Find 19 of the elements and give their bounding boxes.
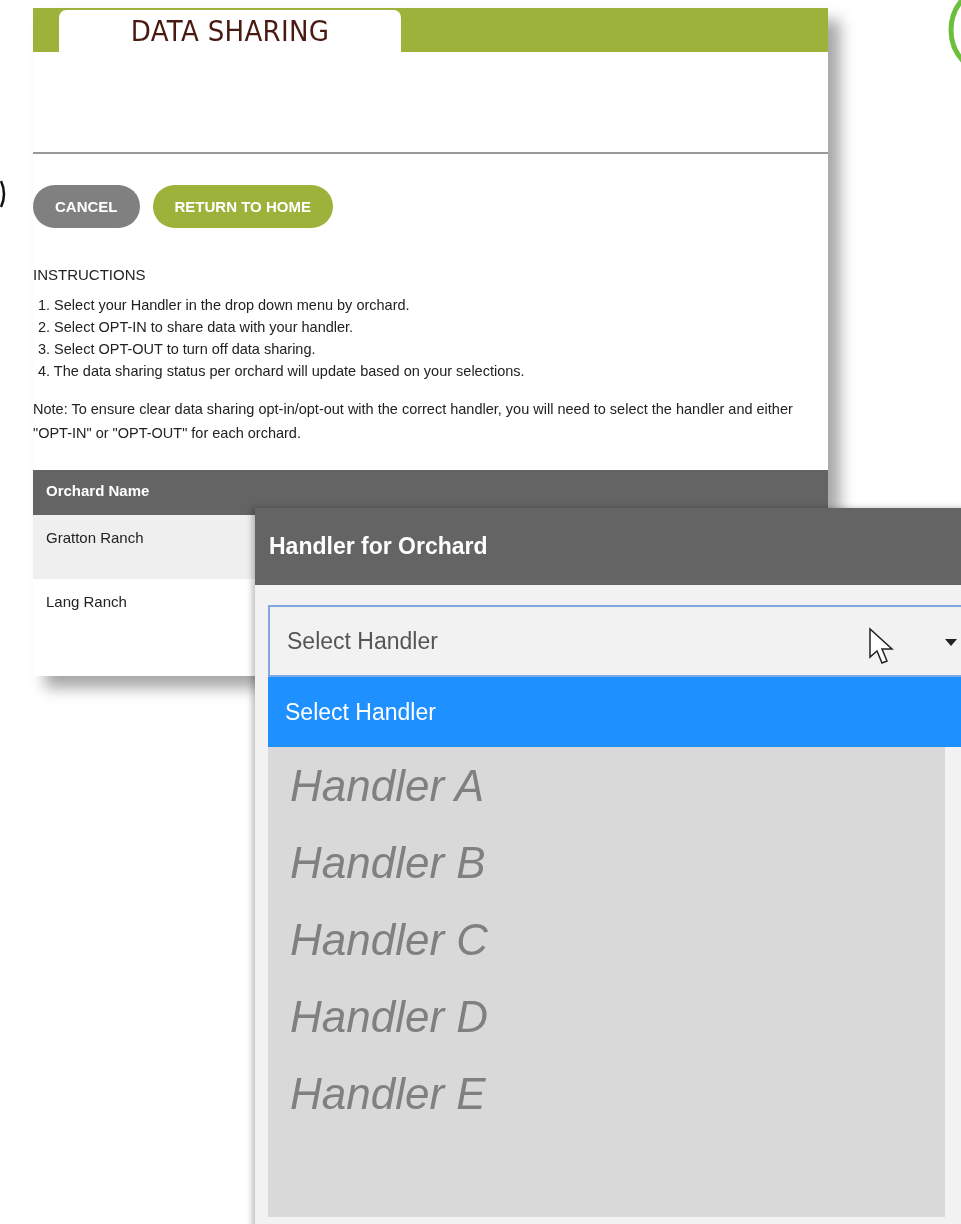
dropdown-option[interactable]: Handler D (268, 978, 945, 1055)
return-home-button[interactable]: RETURN TO HOME (152, 185, 333, 228)
caret-icon (945, 639, 957, 646)
cancel-button[interactable]: CANCEL (33, 185, 140, 228)
dropdown-option[interactable]: Handler C (268, 901, 945, 978)
note-text: Note: To ensure clear data sharing opt-in/opt-out with the correct handler, you will need to select the handler and either "OPT-IN" or "OPT-OUT" for each orchard. (33, 400, 794, 443)
dropdown-option[interactable]: Handler B (268, 824, 945, 901)
dropdown-option[interactable]: Handler E (268, 1055, 945, 1132)
panel-heading: Handler for Orchard (255, 508, 961, 585)
dropdown-option[interactable]: Handler A (268, 747, 945, 824)
instructions-heading: INSTRUCTIONS (33, 266, 147, 283)
page-title-tab[interactable]: DATA SHARING (59, 10, 401, 52)
instruction-step: 2. Select OPT-IN to share data with your handler. (38, 319, 828, 335)
instruction-step: 1. Select your Handler in the drop down menu by orchard. (38, 297, 828, 313)
arc-icon (0, 180, 8, 208)
dropdown-option[interactable]: Select Handler (268, 677, 961, 747)
instruction-step: 3. Select OPT-OUT to turn off data sharing. (38, 341, 828, 357)
instruction-step: 4. The data sharing status per orchard will update based on your selections. (38, 363, 828, 379)
handler-select[interactable]: Select Handler (268, 605, 961, 677)
